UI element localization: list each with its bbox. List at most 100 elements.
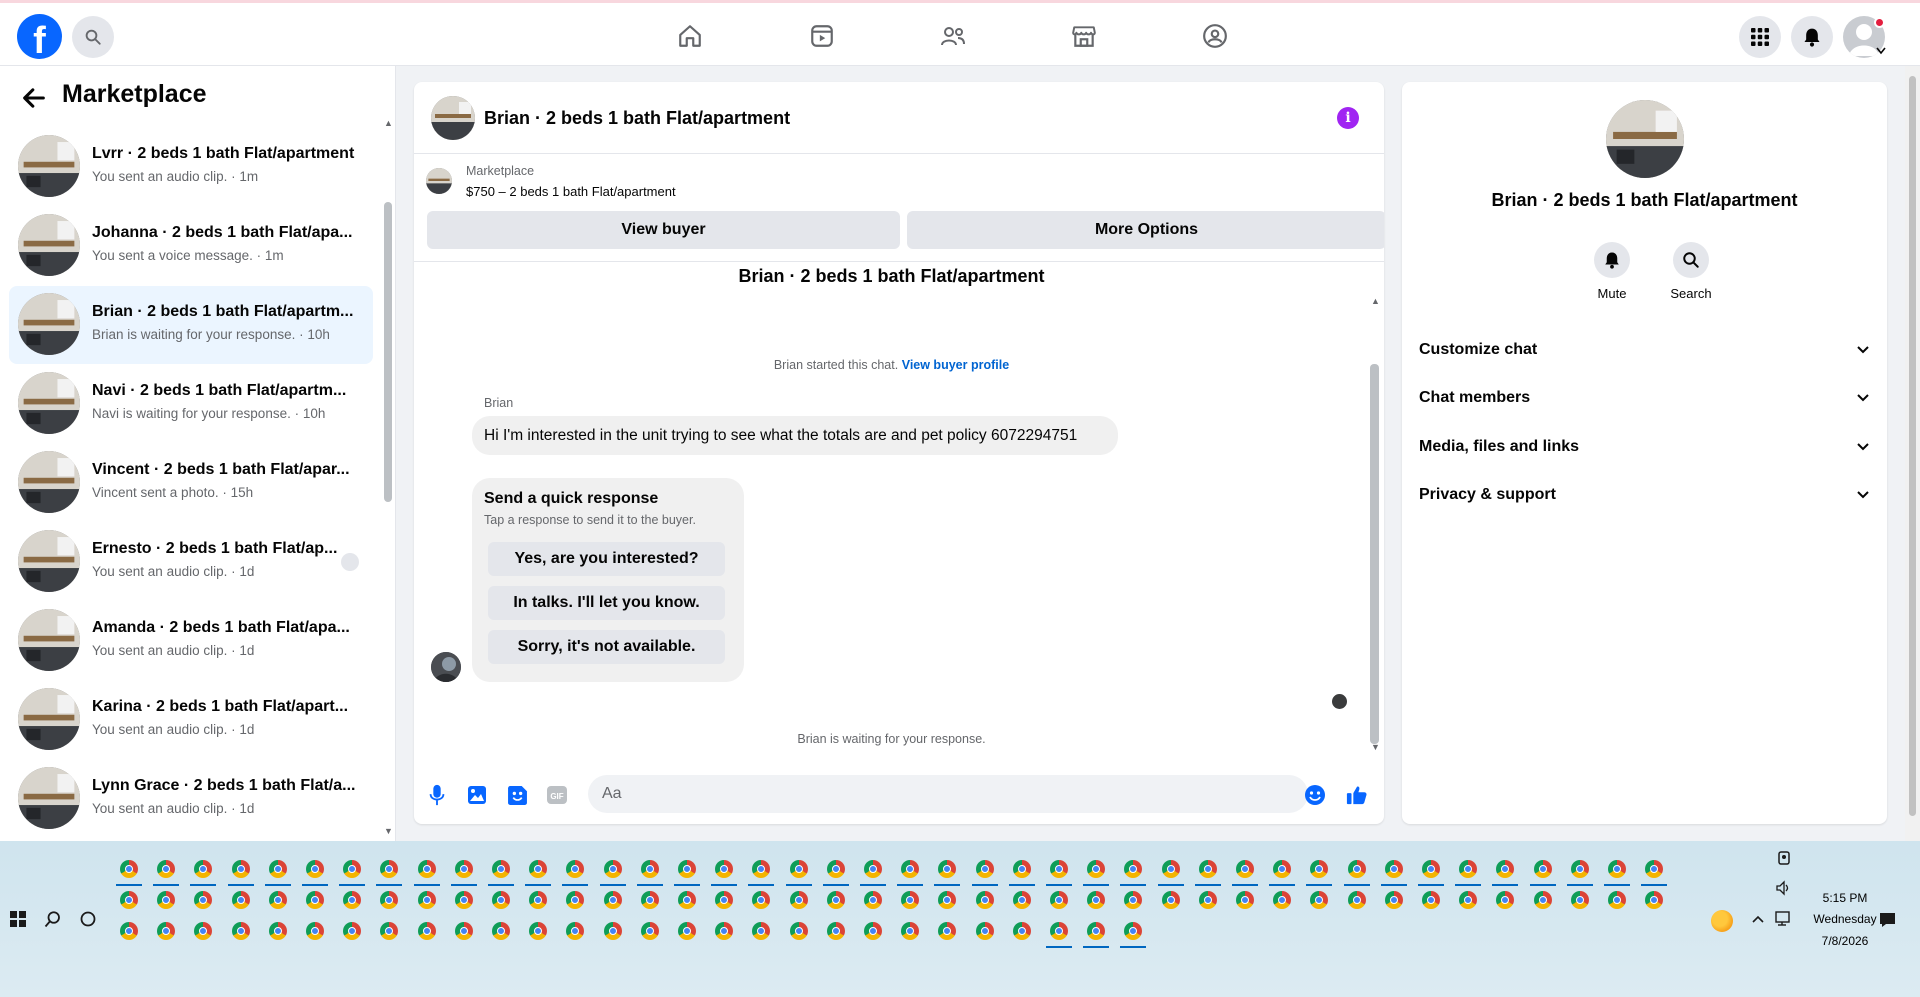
chrome-taskbar-icon[interactable] [864, 891, 882, 909]
chrome-taskbar-icon[interactable] [826, 922, 845, 940]
chat-scroll-down-arrow[interactable]: ▼ [1371, 742, 1380, 752]
chrome-taskbar-icon[interactable] [901, 891, 920, 909]
quick-reply-button[interactable]: Sorry, it's not available. [488, 630, 725, 664]
chrome-taskbar-icon[interactable] [454, 891, 473, 909]
chrome-taskbar-icon[interactable] [529, 922, 548, 940]
taskbar-date[interactable]: 7/8/2026 [1795, 934, 1895, 948]
chrome-taskbar-icon[interactable] [529, 860, 548, 878]
customize-chat-row[interactable]: Customize chat [1419, 330, 1869, 370]
chrome-taskbar-icon[interactable] [752, 922, 771, 940]
chrome-taskbar-icon[interactable] [120, 922, 138, 940]
chrome-taskbar-icon[interactable] [380, 891, 399, 909]
facebook-logo[interactable]: f [17, 14, 62, 59]
chrome-taskbar-icon[interactable] [1496, 860, 1515, 878]
chrome-taskbar-icon[interactable] [492, 860, 510, 878]
chrome-taskbar-icon[interactable] [789, 922, 808, 940]
emoji-button[interactable] [1304, 784, 1326, 806]
listing-price[interactable]: $750 – 2 beds 1 bath Flat/apartment [466, 184, 676, 199]
chrome-taskbar-icon[interactable] [343, 860, 362, 878]
chrome-taskbar-icon[interactable] [231, 922, 250, 940]
chrome-taskbar-icon[interactable] [268, 891, 287, 909]
chrome-taskbar-icon[interactable] [1310, 860, 1329, 878]
chrome-taskbar-icon[interactable] [194, 922, 213, 940]
chrome-taskbar-icon[interactable] [343, 922, 362, 940]
volume-icon[interactable] [1775, 880, 1791, 896]
back-arrow-icon[interactable] [20, 84, 48, 112]
chrome-taskbar-icon[interactable] [1347, 891, 1366, 909]
chrome-taskbar-icon[interactable] [380, 860, 399, 878]
quick-reply-button[interactable]: Yes, are you interested? [488, 542, 725, 576]
search-button[interactable] [72, 16, 114, 58]
info-icon[interactable]: i [1337, 107, 1359, 129]
chrome-taskbar-icon[interactable] [1161, 860, 1180, 878]
chrome-taskbar-icon[interactable] [120, 860, 138, 878]
chrome-taskbar-icon[interactable] [1496, 891, 1515, 909]
chrome-taskbar-icon[interactable] [1570, 891, 1589, 909]
chrome-taskbar-icon[interactable] [715, 922, 734, 940]
chrome-taskbar-icon[interactable] [640, 891, 659, 909]
chrome-taskbar-icon[interactable] [1422, 860, 1440, 878]
chrome-taskbar-icon[interactable] [752, 891, 771, 909]
chrome-taskbar-icon[interactable] [1570, 860, 1589, 878]
chrome-taskbar-icon[interactable] [343, 891, 362, 909]
chrome-taskbar-icon[interactable] [826, 891, 845, 909]
chrome-taskbar-icon[interactable] [157, 891, 176, 909]
notifications-center-icon[interactable] [1879, 912, 1896, 928]
chrome-taskbar-icon[interactable] [1645, 891, 1664, 909]
chrome-taskbar-icon[interactable] [640, 922, 659, 940]
chrome-taskbar-icon[interactable] [1608, 891, 1626, 909]
buyer-avatar[interactable] [431, 652, 461, 682]
more-options-button[interactable]: More Options [907, 211, 1384, 249]
conversation-item[interactable]: Karina · 2 beds 1 bath Flat/apart... You … [9, 681, 373, 759]
chrome-taskbar-icon[interactable] [938, 922, 957, 940]
task-view-icon[interactable] [80, 911, 96, 927]
chrome-taskbar-icon[interactable] [492, 891, 510, 909]
chrome-taskbar-icon[interactable] [1384, 860, 1403, 878]
chrome-taskbar-icon[interactable] [789, 860, 808, 878]
chrome-taskbar-icon[interactable] [1012, 922, 1031, 940]
conversation-item[interactable]: Vincent · 2 beds 1 bath Flat/apar... Vinc… [9, 444, 373, 522]
chrome-taskbar-icon[interactable] [678, 860, 696, 878]
chrome-taskbar-icon[interactable] [938, 860, 957, 878]
chrome-taskbar-icon[interactable] [417, 891, 436, 909]
chrome-taskbar-icon[interactable] [975, 922, 994, 940]
chrome-taskbar-icon[interactable] [566, 922, 585, 940]
chrome-taskbar-icon[interactable] [1645, 860, 1664, 878]
menu-button[interactable] [1739, 16, 1781, 58]
chrome-taskbar-icon[interactable] [1459, 860, 1478, 878]
nav-marketplace[interactable] [1069, 21, 1099, 51]
chat-members-row[interactable]: Chat members [1419, 378, 1869, 418]
conversation-item[interactable]: Brian · 2 beds 1 bath Flat/apartm... Bria… [9, 286, 373, 364]
windows-start-icon[interactable] [10, 911, 26, 927]
sidebar-scrollbar[interactable] [384, 202, 392, 502]
chrome-taskbar-icon[interactable] [1236, 891, 1254, 909]
mute-button[interactable] [1594, 242, 1630, 278]
conversation-item[interactable]: Navi · 2 beds 1 bath Flat/apartm... Navi … [9, 365, 373, 443]
chrome-taskbar-icon[interactable] [454, 860, 473, 878]
chrome-taskbar-icon[interactable] [938, 891, 957, 909]
nav-friends[interactable] [938, 21, 968, 51]
chrome-taskbar-icon[interactable] [975, 860, 994, 878]
chrome-taskbar-icon[interactable] [1236, 860, 1254, 878]
chrome-taskbar-icon[interactable] [529, 891, 548, 909]
chrome-taskbar-icon[interactable] [268, 922, 287, 940]
nav-home[interactable] [675, 21, 705, 51]
chrome-taskbar-icon[interactable] [1087, 860, 1106, 878]
chrome-taskbar-icon[interactable] [1050, 922, 1068, 940]
taskbar-search-icon[interactable] [44, 910, 62, 928]
chrome-taskbar-icon[interactable] [789, 891, 808, 909]
search-chat-button[interactable] [1673, 242, 1709, 278]
chrome-taskbar-icon[interactable] [603, 891, 622, 909]
chrome-taskbar-icon[interactable] [1012, 891, 1031, 909]
chrome-taskbar-icon[interactable] [1124, 860, 1143, 878]
chrome-taskbar-icon[interactable] [901, 860, 920, 878]
chrome-taskbar-icon[interactable] [380, 922, 399, 940]
weather-icon[interactable] [1711, 910, 1733, 932]
chrome-taskbar-icon[interactable] [1050, 860, 1068, 878]
chrome-taskbar-icon[interactable] [1310, 891, 1329, 909]
chrome-taskbar-icon[interactable] [1422, 891, 1440, 909]
chrome-taskbar-icon[interactable] [306, 922, 324, 940]
page-scrollbar[interactable] [1905, 66, 1920, 841]
chevron-up-icon[interactable] [1752, 915, 1764, 923]
conversation-item[interactable]: Lvrr · 2 beds 1 bath Flat/apartment You s… [9, 128, 373, 206]
